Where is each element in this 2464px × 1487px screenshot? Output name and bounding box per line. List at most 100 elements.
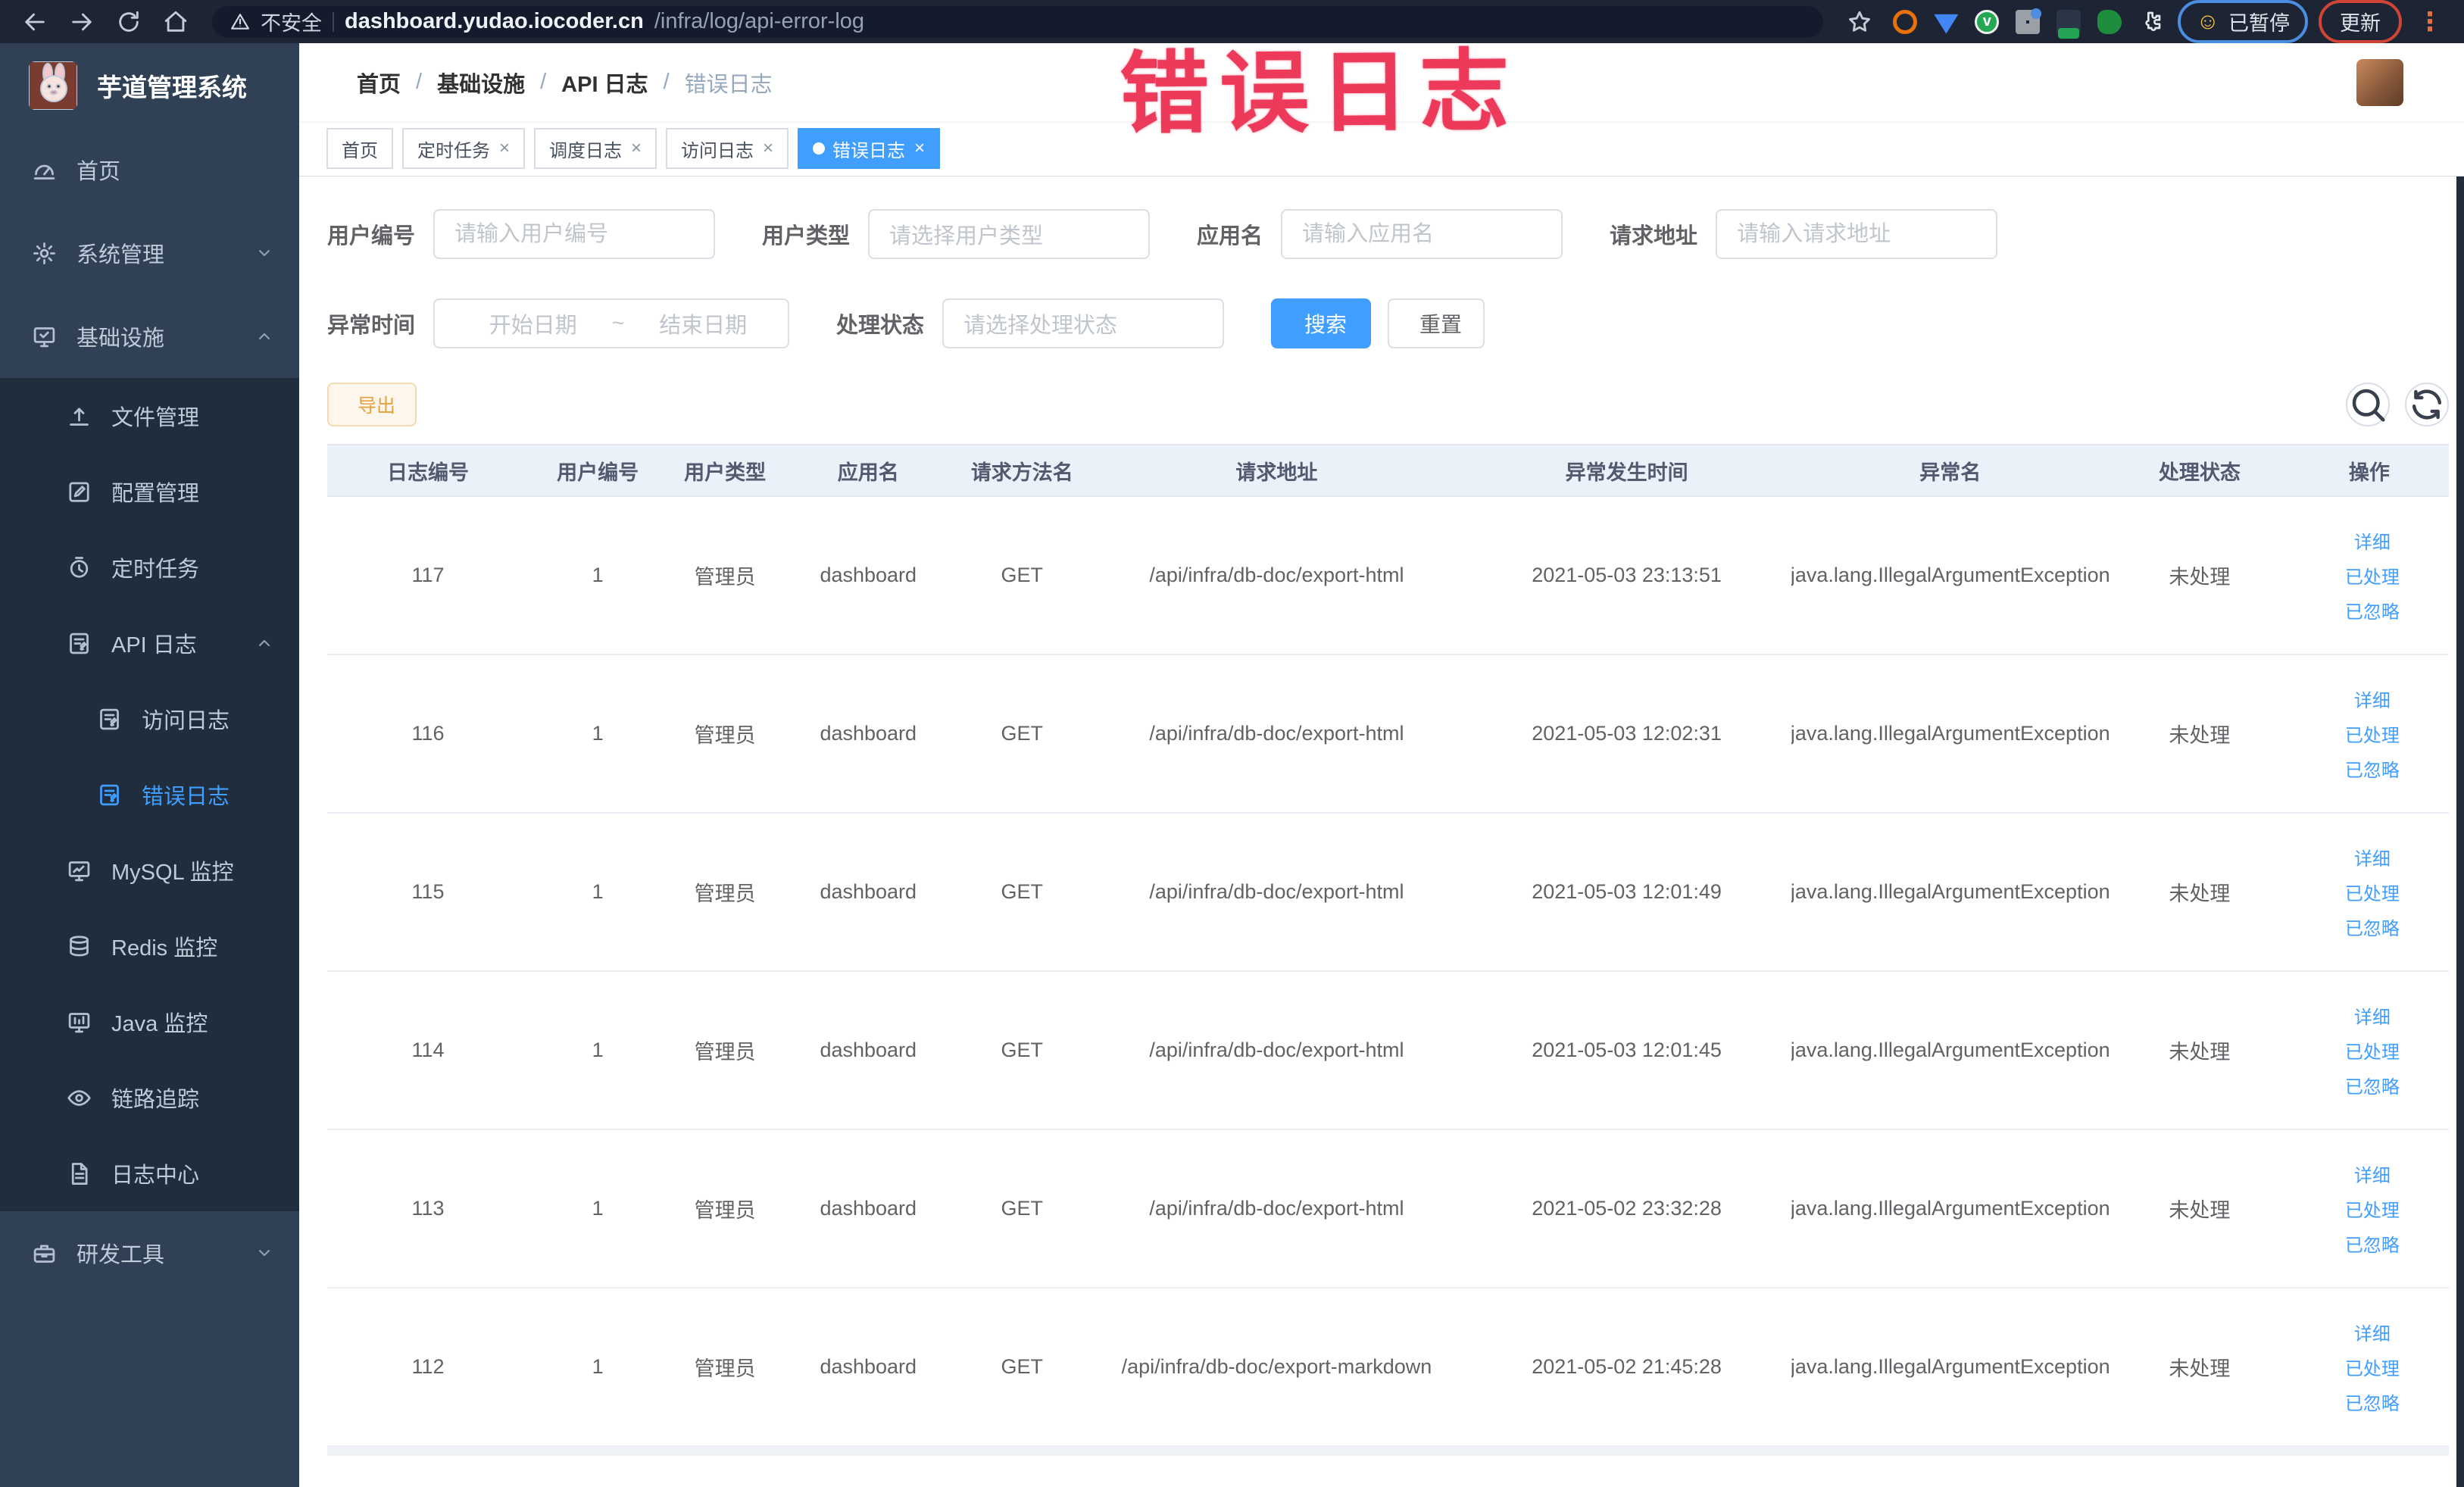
request-url-input[interactable] [1716,209,1998,259]
action-已忽略[interactable]: 已忽略 [2339,1389,2400,1415]
update-button[interactable]: 更新 [2319,0,2402,43]
url-bar[interactable]: 不安全 dashboard.yudao.iocoder.cn/infra/log… [212,5,1824,38]
refresh-table-button[interactable] [2405,383,2449,426]
action-已忽略[interactable]: 已忽略 [2339,1230,2400,1257]
browser-menu-icon[interactable]: ⋮ [2412,7,2447,37]
sidebar-item-job[interactable]: 定时任务 [0,530,299,605]
export-button[interactable]: 导出 [327,383,417,426]
profile-paused-button[interactable]: ☺ 已暂停 [2178,0,2308,43]
breadcrumb: 首页 / 基础设施 / API 日志 / 错误日志 [357,67,773,98]
action-详细[interactable]: 详细 [2348,1319,2391,1345]
action-label: 详细 [2353,1007,2391,1028]
forward-icon[interactable] [64,9,100,35]
breadcrumb-item[interactable]: API 日志 [561,67,648,98]
reload-icon[interactable] [111,9,147,35]
sidebar-item-error-log[interactable]: 错误日志 [0,757,299,833]
column-header: 用户编号 [557,461,639,484]
back-icon[interactable] [17,9,53,35]
table-cell: 114 [411,1039,445,1061]
sidebar-item-system[interactable]: 系统管理 [0,211,299,295]
extension-on-badge-icon[interactable] [2056,9,2081,39]
close-icon[interactable]: × [914,138,925,159]
sidebar-item-home[interactable]: 首页 [0,128,299,211]
action-label: 详细 [2353,691,2391,711]
close-icon[interactable]: × [631,138,642,159]
action-已忽略[interactable]: 已忽略 [2339,597,2400,623]
extension-leaf-icon[interactable] [2097,9,2122,34]
exception-time-label: 异常时间 [327,314,416,338]
home-icon[interactable] [158,9,194,35]
sidebar-item-infra[interactable]: 基础设施 [0,295,299,378]
sidebar-item-api-log[interactable]: API 日志 [0,605,299,681]
sidebar-item-label: 系统管理 [77,243,165,267]
reset-button[interactable]: 重置 [1388,298,1485,348]
table-cell: 管理员 [694,1041,756,1064]
breadcrumb-separator: / [663,70,670,94]
action-详细[interactable]: 详细 [2348,844,2391,870]
sidebar-item-file[interactable]: 文件管理 [0,378,299,454]
table-cell: GET [1001,564,1044,586]
close-icon[interactable]: × [763,138,773,159]
extensions-puzzle-icon[interactable] [2138,10,2163,34]
row-actions: 详细 已处理 已忽略 [2290,972,2449,1129]
tag-定时任务[interactable]: 定时任务 × [402,128,526,169]
action-详细[interactable]: 详细 [2348,686,2391,712]
extension-orange-icon[interactable] [1893,9,1918,34]
table-cell: /api/infra/db-doc/export-html [1149,722,1404,745]
sidebar-item-access-log[interactable]: 访问日志 [0,681,299,757]
column-header: 日志编号 [387,461,470,484]
process-status-select[interactable]: 请选择处理状态 [942,298,1225,348]
sidebar-item-java[interactable]: Java 监控 [0,984,299,1060]
sidebar-item-redis[interactable]: Redis 监控 [0,908,299,984]
action-已处理[interactable]: 已处理 [2339,1195,2400,1222]
sidebar-item-config[interactable]: 配置管理 [0,454,299,530]
avatar[interactable] [2356,58,2403,106]
action-详细[interactable]: 详细 [2348,1002,2391,1029]
sidebar-logo-row: 芋道管理系统 [0,43,299,128]
monitor-icon [32,324,57,349]
action-已忽略[interactable]: 已忽略 [2339,755,2400,782]
extension-green-v-icon[interactable]: v [1975,9,2000,34]
table-cell: 1 [592,1355,604,1378]
sidebar-item-label: Java 监控 [111,1012,208,1036]
tag-调度日志[interactable]: 调度日志 × [534,128,657,169]
sidebar-item-mysql[interactable]: MySQL 监控 [0,833,299,908]
toggle-search-button[interactable] [2346,383,2390,426]
action-已处理[interactable]: 已处理 [2339,720,2400,747]
sidebar-menu: 首页系统管理基础设施 文件管理 配置管理 定时任务 API 日志 访问日志 错误日志 MySQ… [0,128,299,1295]
table-cell: dashboard [820,1355,917,1378]
close-icon[interactable]: × [499,138,510,159]
gear-icon [32,241,57,266]
extension-blue-icon[interactable] [1934,14,1959,34]
tag-错误日志[interactable]: 错误日志 × [798,128,941,169]
tag-首页[interactable]: 首页 [326,128,393,169]
update-label: 更新 [2340,12,2381,35]
page-scrollbar[interactable] [2456,177,2464,1487]
app-name-input[interactable] [1281,209,1563,259]
sidebar-item-dev-tools[interactable]: 研发工具 [0,1211,299,1295]
action-已处理[interactable]: 已处理 [2339,1037,2400,1064]
breadcrumb-item[interactable]: 基础设施 [437,67,525,98]
column-header: 应用名 [837,461,899,484]
user-type-select[interactable]: 请选择用户类型 [868,209,1151,259]
action-已处理[interactable]: 已处理 [2339,1354,2400,1380]
table-cell: GET [1001,1197,1044,1220]
column-header: 请求地址 [1235,461,1318,484]
search-button[interactable]: 搜索 [1271,298,1372,348]
table-cell: 未处理 [2169,566,2231,589]
action-已忽略[interactable]: 已忽略 [2339,914,2400,940]
row-actions: 详细 已处理 已忽略 [2290,497,2449,654]
exception-time-range-picker[interactable]: 开始日期 ~ 结束日期 [433,298,790,348]
extension-grid-icon[interactable] [2016,8,2042,34]
user-id-input[interactable] [433,209,716,259]
action-已处理[interactable]: 已处理 [2339,562,2400,589]
breadcrumb-item[interactable]: 首页 [357,67,401,98]
action-已处理[interactable]: 已处理 [2339,879,2400,905]
action-已忽略[interactable]: 已忽略 [2339,1072,2400,1098]
sidebar-item-log-center[interactable]: 日志中心 [0,1136,299,1211]
tag-访问日志[interactable]: 访问日志 × [666,128,789,169]
action-详细[interactable]: 详细 [2348,1161,2391,1187]
action-详细[interactable]: 详细 [2348,527,2391,554]
bookmark-star-icon[interactable] [1841,9,1878,35]
sidebar-item-trace[interactable]: 链路追踪 [0,1060,299,1136]
